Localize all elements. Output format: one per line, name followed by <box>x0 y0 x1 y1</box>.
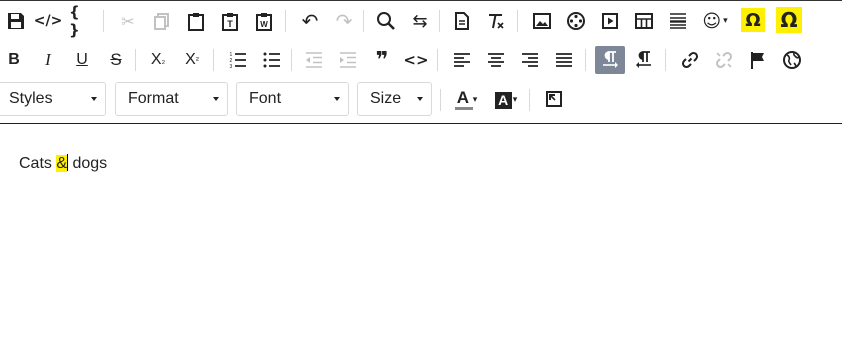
chevron-down-icon: ▾ <box>472 95 478 105</box>
replace-icon[interactable]: ⇆ <box>407 8 433 34</box>
ltr-icon[interactable] <box>595 46 625 74</box>
editor-paragraph: Cats & dogs <box>19 154 107 173</box>
outdent-icon[interactable] <box>301 47 327 73</box>
special-char-icon[interactable]: Ω <box>741 8 765 32</box>
chevron-down-icon <box>213 97 219 101</box>
align-center-icon[interactable] <box>483 47 509 73</box>
styles-combo[interactable]: Styles <box>0 82 106 116</box>
font-combo-label: Font <box>249 90 282 107</box>
separator <box>437 49 438 71</box>
redo-icon[interactable]: ↷ <box>331 8 357 34</box>
svg-text:T: T <box>227 19 233 29</box>
styles-combo-label: Styles <box>9 90 53 107</box>
background-color-button[interactable]: A ▾ <box>491 87 521 113</box>
bullet-list-icon[interactable] <box>259 47 285 73</box>
save-icon[interactable] <box>3 8 29 34</box>
align-right-icon[interactable] <box>517 47 543 73</box>
separator <box>439 10 440 32</box>
separator <box>440 89 441 111</box>
code-sample-icon[interactable]: { } <box>69 3 95 39</box>
font-combo[interactable]: Font <box>236 82 349 116</box>
image-icon[interactable] <box>529 8 555 34</box>
paste-text-icon[interactable]: T <box>217 8 243 34</box>
separator <box>103 10 104 32</box>
separator <box>291 49 292 71</box>
size-combo[interactable]: Size <box>357 82 432 116</box>
align-left-icon[interactable] <box>449 47 475 73</box>
fullscreen-icon[interactable] <box>541 86 567 112</box>
svg-text:W: W <box>260 20 268 29</box>
numbered-list-icon[interactable]: 123 <box>225 47 251 73</box>
link-icon[interactable] <box>677 47 703 73</box>
italic-icon[interactable]: I <box>35 47 61 73</box>
editor-toolbar: </> { } ✂ T W ↶ ↷ ⇆ ☺ ▾ Ω Ω B I U S X ₂ … <box>0 1 842 124</box>
separator <box>285 10 286 32</box>
globe-icon[interactable] <box>779 47 805 73</box>
chevron-down-icon <box>417 97 423 101</box>
horizontal-rule-icon[interactable] <box>665 8 691 34</box>
separator <box>517 10 518 32</box>
separator <box>529 89 530 111</box>
copy-icon[interactable] <box>149 8 175 34</box>
paste-word-icon[interactable]: W <box>251 8 277 34</box>
anchor-flag-icon[interactable] <box>745 47 771 73</box>
strikethrough-icon[interactable]: S <box>103 47 129 73</box>
video-icon[interactable] <box>597 8 623 34</box>
special-char-bold-icon[interactable]: Ω <box>776 7 802 33</box>
new-document-icon[interactable] <box>449 8 475 34</box>
text-before: Cats <box>19 155 57 172</box>
background-color-icon: A <box>494 91 512 109</box>
undo-icon[interactable]: ↶ <box>297 8 323 34</box>
chevron-down-icon <box>334 97 340 101</box>
cut-icon[interactable]: ✂ <box>115 8 141 34</box>
paste-icon[interactable] <box>183 8 209 34</box>
size-combo-label: Size <box>370 90 402 107</box>
bold-icon[interactable]: B <box>1 47 27 73</box>
indent-icon[interactable] <box>335 47 361 73</box>
selected-text: & <box>56 155 68 172</box>
inline-code-icon[interactable]: <> <box>403 47 429 73</box>
justify-icon[interactable] <box>551 47 577 73</box>
rtl-icon[interactable] <box>631 47 657 73</box>
source-code-icon[interactable]: </> <box>34 8 63 34</box>
chevron-down-icon: ▾ <box>512 95 518 105</box>
text-color-button[interactable]: A ▾ <box>451 87 481 113</box>
separator <box>363 10 364 32</box>
blockquote-icon[interactable]: ❞ <box>369 47 395 73</box>
remove-format-icon[interactable] <box>483 8 509 34</box>
text-after: dogs <box>68 155 108 172</box>
chevron-down-icon <box>91 97 97 101</box>
emoji-icon[interactable]: ☺ ▾ <box>699 8 731 34</box>
format-combo[interactable]: Format <box>115 82 228 116</box>
media-icon[interactable] <box>563 8 589 34</box>
table-icon[interactable] <box>631 8 657 34</box>
separator <box>665 49 666 71</box>
underline-icon[interactable]: U <box>69 47 95 73</box>
find-icon[interactable] <box>373 8 399 34</box>
subscript-icon[interactable]: X₂ <box>145 47 171 73</box>
format-combo-label: Format <box>128 90 179 107</box>
text-color-icon: A <box>454 88 473 110</box>
separator <box>213 49 214 71</box>
editor-content-area[interactable]: Cats & dogs <box>0 124 842 359</box>
separator <box>135 49 136 71</box>
superscript-icon[interactable]: X² <box>179 47 205 73</box>
separator <box>585 49 586 71</box>
svg-text:3: 3 <box>230 64 233 70</box>
unlink-icon[interactable] <box>711 47 737 73</box>
